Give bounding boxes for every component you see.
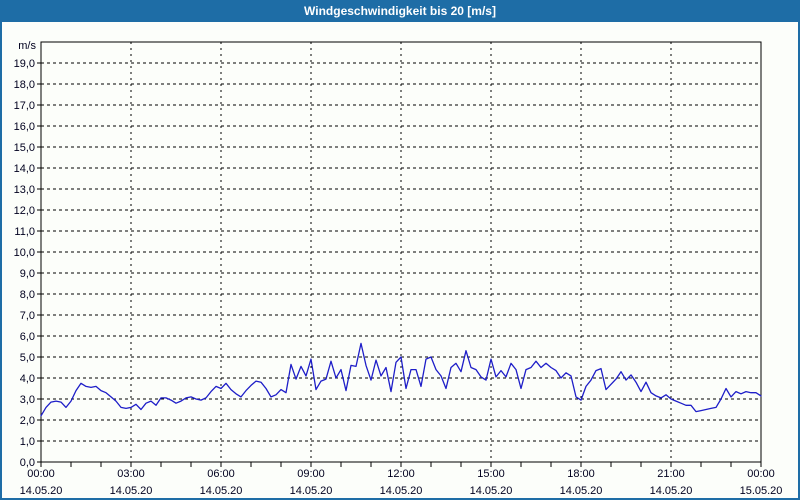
- x-axis-time-label: 18:00: [567, 468, 595, 480]
- x-axis-time-label: 06:00: [207, 468, 235, 480]
- y-axis-label: 13,0: [14, 184, 35, 196]
- x-axis-time-label: 12:00: [387, 468, 415, 480]
- wind-speed-chart: 0,01,02,03,04,05,06,07,08,09,010,011,012…: [14, 40, 783, 497]
- x-axis-date-label: 14.05.20: [20, 485, 63, 497]
- y-axis-label: 15,0: [14, 142, 35, 154]
- y-axis-label: 10,0: [14, 247, 35, 259]
- y-axis-label: 9,0: [20, 268, 35, 280]
- y-axis-label: 12,0: [14, 205, 35, 217]
- y-axis-label: 6,0: [20, 331, 35, 343]
- y-axis-label: 16,0: [14, 121, 35, 133]
- y-axis-label: 11,0: [14, 226, 35, 238]
- x-axis-date-label: 14.05.20: [380, 485, 423, 497]
- x-axis-date-label: 14.05.20: [650, 485, 693, 497]
- x-axis-time-label: 09:00: [297, 468, 325, 480]
- y-axis-label: 19,0: [14, 58, 35, 70]
- y-axis-label: 4,0: [20, 373, 35, 385]
- y-axis-label: 8,0: [20, 289, 35, 301]
- y-axis-label: 3,0: [20, 394, 35, 406]
- y-axis-label: 2,0: [20, 415, 35, 427]
- window-title: Windgeschwindigkeit bis 20 [m/s]: [304, 4, 496, 18]
- x-axis-date-label: 14.05.20: [290, 485, 333, 497]
- chart-area: 0,0 1,0 2,0 3,0 4,0 5,0 6,0 7,0 8,0 9,0 10,0 11,0 12…: [2, 22, 798, 498]
- x-axis-time-label: 21:00: [657, 468, 685, 480]
- y-axis-label: 5,0: [20, 352, 35, 364]
- app-window: Windgeschwindigkeit bis 20 [m/s] 0,0 1,0 2…: [0, 0, 800, 500]
- title-bar[interactable]: Windgeschwindigkeit bis 20 [m/s]: [0, 0, 800, 22]
- x-axis-date-label: 14.05.20: [560, 485, 603, 497]
- y-axis-label: 17,0: [14, 100, 35, 112]
- y-axis-label: 18,0: [14, 79, 35, 91]
- x-axis-date-label: 14.05.20: [470, 485, 513, 497]
- x-axis-time-label: 03:00: [117, 468, 145, 480]
- y-axis-label: 7,0: [20, 310, 35, 322]
- y-axis-label: 1,0: [20, 436, 35, 448]
- x-axis-date-label: 15.05.20: [740, 485, 783, 497]
- y-axis-unit-label: m/s: [18, 40, 36, 52]
- x-axis-date-label: 14.05.20: [110, 485, 153, 497]
- x-axis-time-label: 00:00: [747, 468, 775, 480]
- x-axis-time-label: 00:00: [27, 468, 55, 480]
- x-axis-time-label: 15:00: [477, 468, 505, 480]
- x-axis-date-label: 14.05.20: [200, 485, 243, 497]
- y-axis-label: 14,0: [14, 163, 35, 175]
